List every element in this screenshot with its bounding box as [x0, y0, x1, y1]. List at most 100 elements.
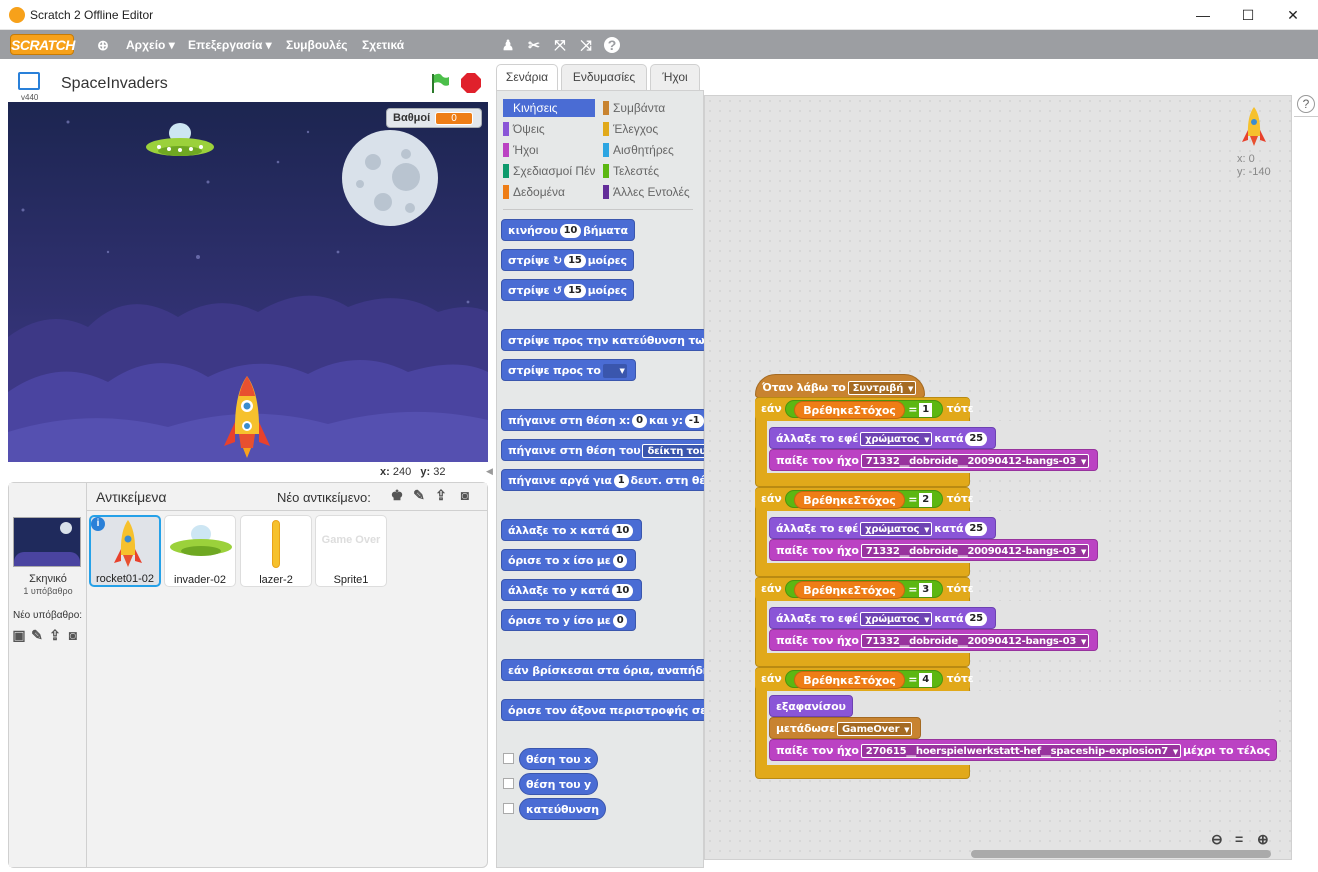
- block-goto-xy[interactable]: πήγαινε στη θέση x: 0 και y: -1: [501, 409, 707, 431]
- sprite-name: invader-02: [174, 574, 226, 586]
- reporter-ypos[interactable]: θέση του y: [519, 773, 598, 795]
- invader-sprite[interactable]: [145, 119, 215, 165]
- duplicate-stamp-icon[interactable]: ♟: [500, 37, 516, 53]
- checkbox-xpos[interactable]: [503, 753, 514, 764]
- checkbox-direction[interactable]: [503, 803, 514, 814]
- shrink-icon[interactable]: ⤨: [578, 37, 594, 53]
- rotate-right-icon: ↻: [553, 254, 563, 267]
- choose-sprite-icon[interactable]: ♚: [389, 487, 405, 503]
- sprite-tile-invader[interactable]: invader-02: [164, 515, 236, 587]
- block-play-sound[interactable]: παίξε τον ήχο 71332__dobroide__20090412-b…: [769, 539, 1099, 561]
- title-bar: Scratch 2 Offline Editor — ☐ ✕: [0, 0, 1318, 30]
- menu-file[interactable]: Αρχείο ▾: [126, 38, 175, 52]
- new-backdrop-label: Νέο υπόβαθρο:: [13, 610, 83, 621]
- category-6[interactable]: Σχεδιασμοί Πένας: [503, 162, 595, 180]
- category-4[interactable]: Ήχοι: [503, 141, 595, 159]
- block-broadcast[interactable]: μετάδωσε GameOver: [769, 717, 922, 739]
- sprites-panel: Αντικείμενα Νέο αντικείμενο: ♚ ✎ ⇪ ◙ Σκη…: [8, 482, 488, 868]
- block-change-effect[interactable]: άλλαξε το εφέχρώματοςκατά25: [769, 517, 996, 539]
- block-play-sound[interactable]: παίξε τον ήχο 71332__dobroide__20090412-b…: [769, 449, 1099, 471]
- category-list: Κινήσεις Συμβάντα Όψεις Έλεγχος Ήχοι Αισθητήρ…: [503, 99, 693, 209]
- zoom-reset-icon[interactable]: =: [1235, 831, 1243, 847]
- category-5[interactable]: Αισθητήρες: [603, 141, 695, 159]
- block-play-sound[interactable]: παίξε τον ήχο 71332__dobroide__20090412-b…: [769, 629, 1099, 651]
- paint-backdrop-icon[interactable]: ✎: [29, 627, 45, 643]
- reporter-direction[interactable]: κατεύθυνση: [519, 798, 606, 820]
- delete-scissors-icon[interactable]: ✂: [526, 37, 542, 53]
- category-7[interactable]: Τελεστές: [603, 162, 695, 180]
- if-header-4[interactable]: εάν ΒρέθηκεΣτόχος = 4 τότε: [755, 668, 974, 690]
- block-point-towards[interactable]: στρίψε προς το: [501, 359, 636, 381]
- block-move[interactable]: κινήσου 10 βήματα: [501, 219, 635, 241]
- block-glide[interactable]: πήγαινε αργά για 1 δευτ. στη θέ: [501, 469, 707, 491]
- block-play-sound-until-done[interactable]: παίξε τον ήχο 270615__hoerspielwerkstatt-…: [769, 739, 1278, 761]
- block-change-effect[interactable]: άλλαξε το εφέχρώματοςκατά25: [769, 607, 996, 629]
- tab-scripts[interactable]: Σενάρια: [496, 64, 558, 91]
- score-value: 0: [435, 112, 473, 125]
- camera-backdrop-icon[interactable]: ◙: [65, 627, 81, 643]
- lazer-thumbnail: [272, 520, 280, 568]
- block-goto[interactable]: πήγαινε στη θέση τουδείκτη του πο: [501, 439, 707, 461]
- block-change-y[interactable]: άλλαξε το y κατά 10: [501, 579, 643, 601]
- block-when-receive[interactable]: Όταν λάβω το Συντριβή: [755, 374, 926, 398]
- block-bounce[interactable]: εάν βρίσκεσαι στα όρια, αναπήδησ: [501, 659, 707, 681]
- tab-costumes[interactable]: Ενδυμασίες: [561, 64, 647, 90]
- category-1[interactable]: Συμβάντα: [603, 99, 695, 117]
- menu-tips[interactable]: Συμβουλές: [286, 38, 348, 52]
- horizontal-scrollbar[interactable]: [971, 850, 1271, 858]
- category-2[interactable]: Όψεις: [503, 120, 595, 138]
- block-turn-left[interactable]: στρίψε ↺ 15 μοίρες: [501, 279, 634, 301]
- block-rotation-style[interactable]: όρισε τον άξονα περιστροφής σε: [501, 699, 707, 721]
- block-hide[interactable]: εξαφανίσου: [769, 695, 853, 717]
- sprite-tile-rocket[interactable]: i rocket01-02: [89, 515, 161, 587]
- block-set-x[interactable]: όρισε το x ίσο με 0: [501, 549, 637, 571]
- block-point-direction[interactable]: στρίψε προς την κατεύθυνση των: [501, 329, 707, 351]
- backdrop-thumbnail[interactable]: [13, 517, 81, 567]
- category-8[interactable]: Δεδομένα: [503, 183, 595, 201]
- block-turn-right[interactable]: στρίψε ↻ 15 μοίρες: [501, 249, 634, 271]
- sprite-name: Sprite1: [333, 574, 369, 586]
- if-header-3[interactable]: εάν ΒρέθηκεΣτόχος = 3 τότε: [755, 578, 974, 600]
- collapse-arrow-icon[interactable]: ◀: [486, 466, 494, 480]
- category-color-swatch: [503, 164, 509, 178]
- camera-sprite-icon[interactable]: ◙: [457, 487, 473, 503]
- menu-about[interactable]: Σχετικά: [362, 38, 404, 52]
- grow-icon[interactable]: ⤧: [552, 37, 568, 53]
- category-0[interactable]: Κινήσεις: [503, 99, 595, 117]
- block-change-effect[interactable]: άλλαξε το εφέχρώματοςκατά25: [769, 427, 996, 449]
- choose-backdrop-icon[interactable]: ▣: [11, 627, 27, 643]
- stop-icon[interactable]: [460, 72, 482, 94]
- zoom-in-icon[interactable]: ⊕: [1257, 831, 1269, 848]
- info-icon[interactable]: i: [91, 517, 105, 531]
- sprite-tile-lazer[interactable]: lazer-2: [240, 515, 312, 587]
- minimize-button[interactable]: —: [1180, 0, 1226, 30]
- close-button[interactable]: ✕: [1270, 0, 1316, 30]
- category-3[interactable]: Έλεγχος: [603, 120, 695, 138]
- paint-sprite-icon[interactable]: ✎: [411, 487, 427, 503]
- upload-backdrop-icon[interactable]: ⇪: [47, 627, 63, 643]
- menu-edit[interactable]: Επεξεργασία ▾: [188, 38, 272, 52]
- project-title[interactable]: SpaceInvaders: [61, 75, 168, 93]
- sprite-tile-sprite1[interactable]: Game Over Sprite1: [315, 515, 387, 587]
- zoom-out-icon[interactable]: ⊖: [1211, 831, 1223, 848]
- block-help-icon[interactable]: ?: [604, 37, 620, 53]
- upload-sprite-icon[interactable]: ⇪: [433, 487, 449, 503]
- if-header-1[interactable]: εάν ΒρέθηκεΣτόχος = 1 τότε: [755, 398, 974, 420]
- fullscreen-icon[interactable]: [18, 72, 40, 90]
- reporter-xpos[interactable]: θέση του x: [519, 748, 598, 770]
- maximize-button[interactable]: ☐: [1225, 0, 1271, 30]
- scratch-logo[interactable]: SCRATCH: [10, 34, 75, 55]
- script-area[interactable]: x: 0 y: -140 Όταν λάβω τοΣυντριβή εάν Βρ…: [704, 95, 1292, 860]
- stage[interactable]: Βαθμοί 0: [8, 102, 488, 462]
- globe-icon[interactable]: ⊕: [95, 37, 111, 53]
- rocket-sprite[interactable]: [222, 374, 272, 460]
- score-monitor[interactable]: Βαθμοί 0: [386, 108, 482, 128]
- if-header-2[interactable]: εάν ΒρέθηκεΣτόχος = 2 τότε: [755, 488, 974, 510]
- category-9[interactable]: Άλλες Εντολές: [603, 183, 695, 201]
- checkbox-ypos[interactable]: [503, 778, 514, 789]
- tab-sounds[interactable]: Ήχοι: [650, 64, 700, 90]
- block-set-y[interactable]: όρισε το y ίσο με 0: [501, 609, 637, 631]
- block-change-x[interactable]: άλλαξε το x κατά 10: [501, 519, 643, 541]
- green-flag-icon[interactable]: [430, 72, 450, 94]
- help-icon[interactable]: ?: [1297, 95, 1315, 113]
